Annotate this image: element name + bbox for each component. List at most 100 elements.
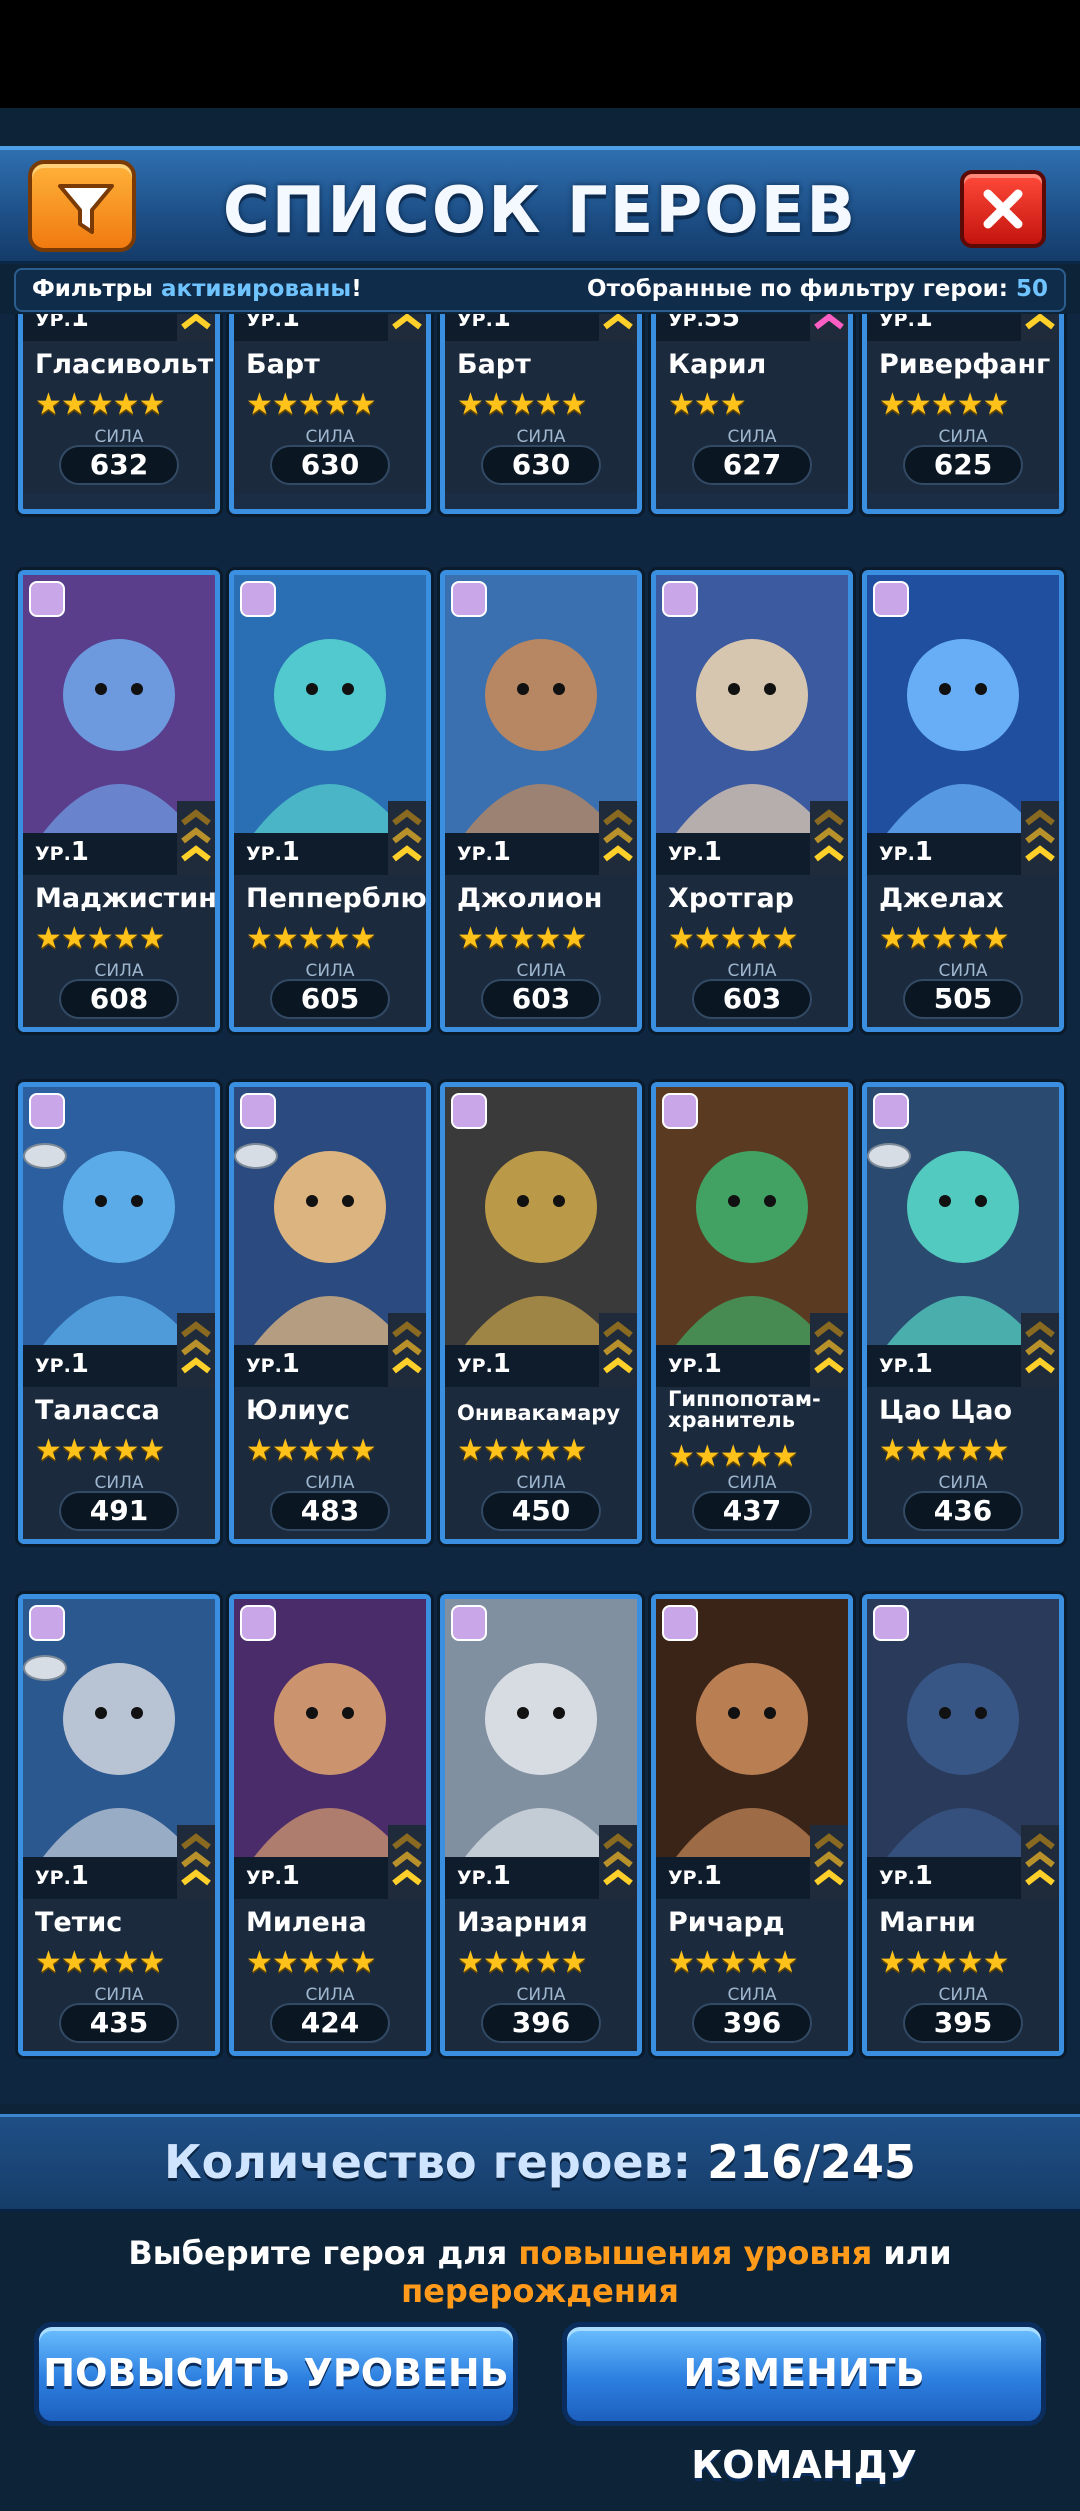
hero-power: 603 <box>692 979 812 1019</box>
hero-name: Гиппопотам-хранитель <box>668 1387 821 1432</box>
hero-info: Риверфанг ★★★★★ СИЛА 625 <box>867 341 1059 493</box>
hero-power: 437 <box>692 1491 812 1531</box>
power-label: СИЛА <box>938 427 988 447</box>
hero-class-icon <box>873 581 909 617</box>
power-label: СИЛА <box>94 1985 144 2005</box>
hero-card[interactable]: УР.1 Джелах ★★★★★ СИЛА 505 <box>862 570 1064 1032</box>
hero-info: Онивакамару ★★★★★ СИЛА 450 <box>445 1387 637 1539</box>
hero-name: Барт <box>457 349 531 380</box>
change-team-button[interactable]: ИЗМЕНИТЬ КОМАНДУ <box>562 2322 1046 2487</box>
hero-card[interactable]: УР.1 Магни ★★★★★ СИЛА 395 <box>862 1594 1064 2056</box>
hero-level: УР.1 <box>879 837 933 867</box>
hero-card[interactable]: УР.1 Таласса ★★★★★ СИЛА 491 <box>18 1082 220 1544</box>
power-label: СИЛА <box>938 1985 988 2005</box>
hero-level: УР.1 <box>457 837 511 867</box>
hero-card[interactable]: УР.1 Барт ★★★★★ СИЛА 630 <box>440 314 642 514</box>
power-label: СИЛА <box>516 1473 566 1493</box>
hero-card[interactable]: УР.1 Онивакамару ★★★★★ СИЛА 450 <box>440 1082 642 1544</box>
rank-chevrons-icon <box>810 1313 848 1389</box>
hero-info: Гиппопотам-хранитель ★★★★★ СИЛА 437 <box>656 1387 848 1539</box>
filter-status: Фильтры активированы! <box>32 276 362 302</box>
hero-power: 395 <box>903 2003 1023 2043</box>
hero-info: Карил ★★★ СИЛА 627 <box>656 341 848 493</box>
hero-info: Милена ★★★★★ СИЛА 424 <box>234 1899 426 2051</box>
hero-stars: ★★★★★ <box>457 1945 587 1980</box>
hero-grid[interactable]: УР.1 Гласивольт ★★★★★ СИЛА 632 УР.1 Барт… <box>0 314 1080 2104</box>
hero-card[interactable]: УР.1 Пепперблю ★★★★★ СИЛА 605 <box>229 570 431 1032</box>
power-label: СИЛА <box>94 961 144 981</box>
power-label: СИЛА <box>305 427 355 447</box>
hero-card[interactable]: УР.1 Маджистин ★★★★★ СИЛА 608 <box>18 570 220 1032</box>
instruction-text: Выберите героя для повышения уровня или … <box>128 2234 952 2310</box>
hero-power: 605 <box>270 979 390 1019</box>
hero-power: 491 <box>59 1491 179 1531</box>
hero-card[interactable]: УР.1 Гиппопотам-хранитель ★★★★★ СИЛА 437 <box>651 1082 853 1544</box>
hero-card[interactable]: УР.1 Цао Цао ★★★★★ СИЛА 436 <box>862 1082 1064 1544</box>
level-up-button[interactable]: ПОВЫСИТЬ УРОВЕНЬ <box>34 2322 518 2426</box>
hero-info: Цао Цао ★★★★★ СИЛА 436 <box>867 1387 1059 1539</box>
close-button[interactable] <box>960 170 1046 248</box>
hero-info: Барт ★★★★★ СИЛА 630 <box>445 341 637 493</box>
hero-name: Таласса <box>35 1395 160 1426</box>
hero-level: УР.1 <box>668 1349 722 1379</box>
hero-info: Джелах ★★★★★ СИЛА 505 <box>867 875 1059 1027</box>
hero-level: УР.1 <box>879 1861 933 1891</box>
hero-info: Джолион ★★★★★ СИЛА 603 <box>445 875 637 1027</box>
hero-card[interactable]: УР.1 Джолион ★★★★★ СИЛА 603 <box>440 570 642 1032</box>
hero-name: Изарния <box>457 1907 588 1938</box>
hero-card[interactable]: УР.55 Карил ★★★ СИЛА 627 <box>651 314 853 514</box>
hero-level: УР.1 <box>879 1349 933 1379</box>
hero-level: УР.1 <box>246 1861 300 1891</box>
hero-card[interactable]: УР.1 Хротгар ★★★★★ СИЛА 603 <box>651 570 853 1032</box>
hero-class-icon <box>873 1605 909 1641</box>
power-label: СИЛА <box>94 427 144 447</box>
hero-stars: ★★★★★ <box>879 1945 1009 1980</box>
hero-stars: ★★★★★ <box>457 1433 587 1468</box>
hero-card[interactable]: УР.1 Барт ★★★★★ СИЛА 630 <box>229 314 431 514</box>
hero-stars: ★★★★★ <box>35 1945 165 1980</box>
power-label: СИЛА <box>94 1473 144 1493</box>
hero-name: Онивакамару <box>457 1401 621 1425</box>
hero-card[interactable]: УР.1 Гласивольт ★★★★★ СИЛА 632 <box>18 314 220 514</box>
rank-chevrons-icon <box>810 1825 848 1901</box>
hero-level: УР.1 <box>35 1861 89 1891</box>
hero-name: Карил <box>668 349 767 380</box>
hero-level: УР.1 <box>35 837 89 867</box>
hero-class-icon <box>240 1605 276 1641</box>
mask-icon <box>23 1143 67 1169</box>
hero-card[interactable]: УР.1 Изарния ★★★★★ СИЛА 396 <box>440 1594 642 2056</box>
hero-stars: ★★★★★ <box>246 1945 376 1980</box>
hero-stars: ★★★★★ <box>457 921 587 956</box>
hero-stars: ★★★★★ <box>35 1433 165 1468</box>
hero-card[interactable]: УР.1 Тетис ★★★★★ СИЛА 435 <box>18 1594 220 2056</box>
power-label: СИЛА <box>305 1473 355 1493</box>
hero-card[interactable]: УР.1 Риверфанг ★★★★★ СИЛА 625 <box>862 314 1064 514</box>
mask-icon <box>23 1655 67 1681</box>
hero-stars: ★★★★★ <box>246 921 376 956</box>
hero-power: 436 <box>903 1491 1023 1531</box>
hero-name: Джелах <box>879 883 1004 914</box>
hero-name: Тетис <box>35 1907 123 1938</box>
hero-card[interactable]: УР.1 Ричард ★★★★★ СИЛА 396 <box>651 1594 853 2056</box>
hero-info: Ричард ★★★★★ СИЛА 396 <box>656 1899 848 2051</box>
hero-power: 483 <box>270 1491 390 1531</box>
hero-class-icon <box>29 1605 65 1641</box>
hero-name: Маджистин <box>35 883 217 914</box>
hero-card[interactable]: УР.1 Милена ★★★★★ СИЛА 424 <box>229 1594 431 2056</box>
hero-class-icon <box>240 1093 276 1129</box>
hero-card[interactable]: УР.1 Юлиус ★★★★★ СИЛА 483 <box>229 1082 431 1544</box>
hero-info: Пепперблю ★★★★★ СИЛА 605 <box>234 875 427 1027</box>
hero-level: УР.1 <box>246 314 300 333</box>
power-label: СИЛА <box>727 961 777 981</box>
hero-power: 396 <box>481 2003 601 2043</box>
hero-power: 630 <box>270 445 390 485</box>
hero-class-icon <box>662 1093 698 1129</box>
rank-chevrons-icon <box>177 801 215 877</box>
hero-level: УР.1 <box>457 1349 511 1379</box>
hero-stars: ★★★★★ <box>879 387 1009 422</box>
status-bar <box>0 0 1080 108</box>
power-label: СИЛА <box>516 1985 566 2005</box>
power-label: СИЛА <box>305 1985 355 2005</box>
hero-stars: ★★★★★ <box>668 921 798 956</box>
hero-power: 608 <box>59 979 179 1019</box>
